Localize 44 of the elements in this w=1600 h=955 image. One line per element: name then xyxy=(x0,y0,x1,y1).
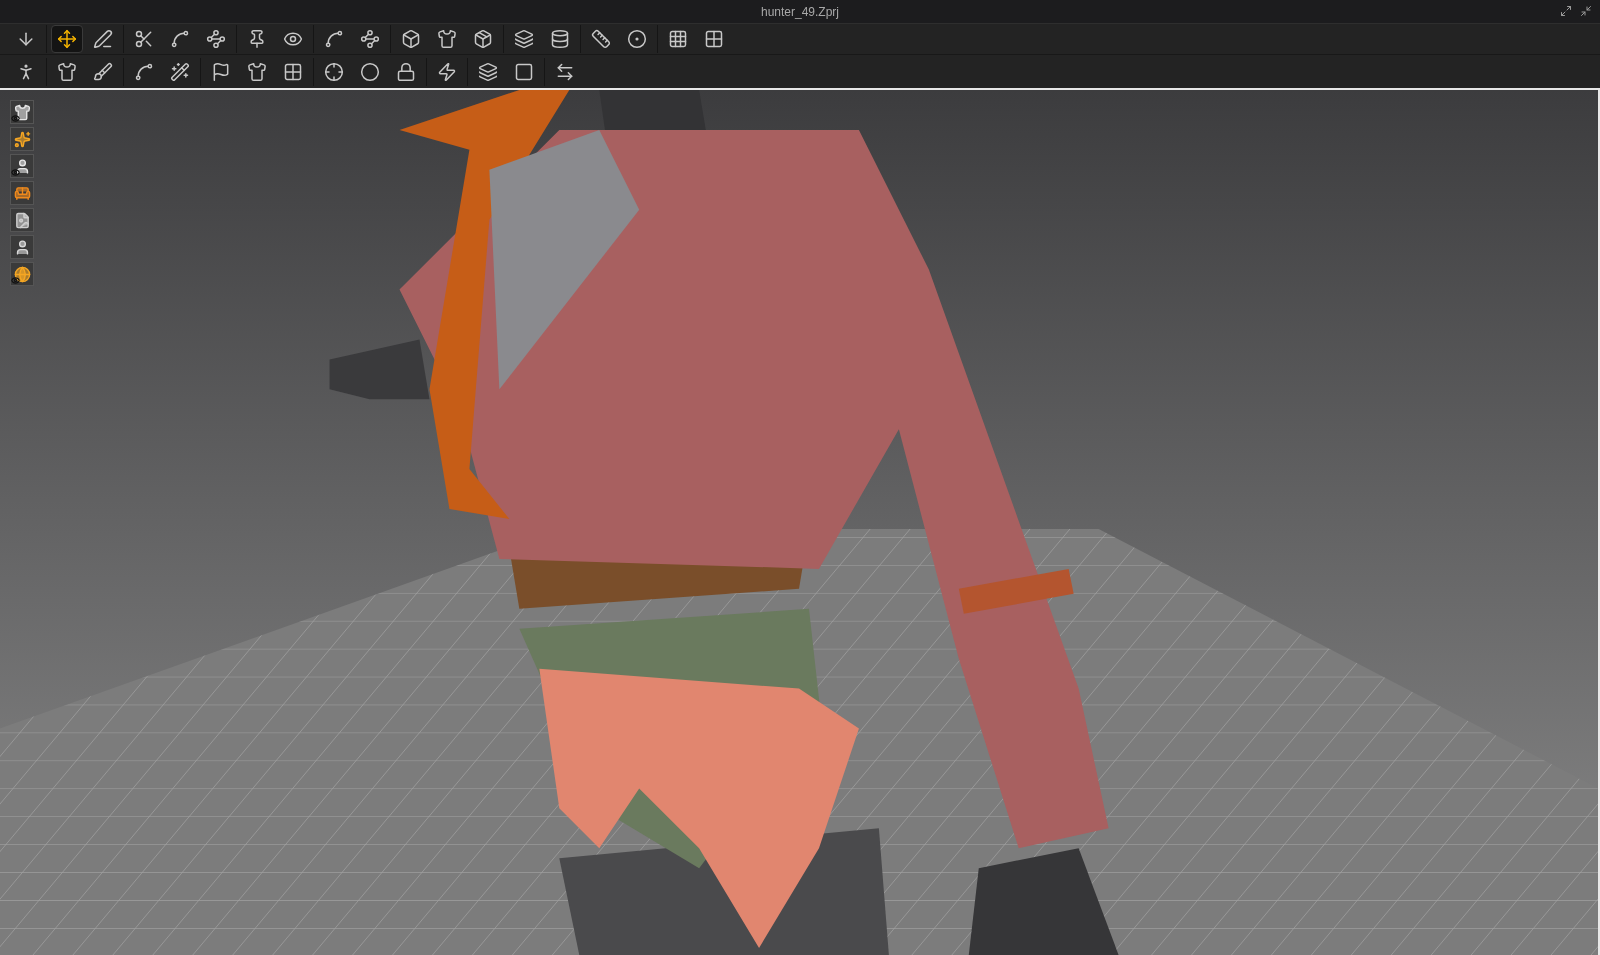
eye-icon xyxy=(11,114,20,123)
globe-icon xyxy=(13,265,31,283)
flag-icon xyxy=(211,61,231,82)
display-toggle[interactable] xyxy=(10,127,34,151)
wand-icon xyxy=(170,61,190,82)
waypoints-icon xyxy=(360,29,380,49)
window-title: hunter_49.Zprj xyxy=(760,3,839,21)
box-icon xyxy=(401,29,421,49)
spline-icon xyxy=(134,61,154,82)
shirt-icon xyxy=(437,29,457,49)
grid-icon xyxy=(704,29,724,49)
grid-icon xyxy=(668,29,688,49)
pin-icon xyxy=(247,29,267,49)
brush-icon xyxy=(93,61,113,82)
layers-icon xyxy=(478,61,498,82)
shirt-icon xyxy=(13,103,31,121)
undock-icon[interactable] xyxy=(1560,5,1572,17)
display-toggle[interactable] xyxy=(10,208,34,232)
display-toggle[interactable] xyxy=(10,181,34,205)
layers-icon xyxy=(514,29,534,49)
eye-icon xyxy=(283,29,303,49)
shirt-icon xyxy=(247,61,267,82)
spline-icon xyxy=(324,29,344,49)
display-toggle[interactable] xyxy=(10,154,34,178)
ruler-icon xyxy=(591,29,611,49)
eye-icon xyxy=(11,276,20,285)
shirt-icon xyxy=(57,61,77,82)
stack-icon xyxy=(550,29,570,49)
display-toggle[interactable] xyxy=(10,100,34,124)
restore-icon[interactable] xyxy=(1580,5,1592,17)
pen-icon xyxy=(93,29,113,49)
lock-icon xyxy=(396,61,416,82)
display-toggle[interactable] xyxy=(10,262,34,286)
ring-icon xyxy=(627,29,647,49)
move-icon xyxy=(57,29,77,49)
arrows-icon xyxy=(555,61,575,82)
spline-icon xyxy=(170,29,190,49)
display-toggle[interactable] xyxy=(10,235,34,259)
square-icon xyxy=(514,61,534,82)
package-icon xyxy=(473,29,493,49)
eye-icon xyxy=(11,168,20,177)
waypoints-icon xyxy=(206,29,226,49)
scissors-icon xyxy=(134,29,154,49)
tool-button[interactable] xyxy=(51,25,83,53)
